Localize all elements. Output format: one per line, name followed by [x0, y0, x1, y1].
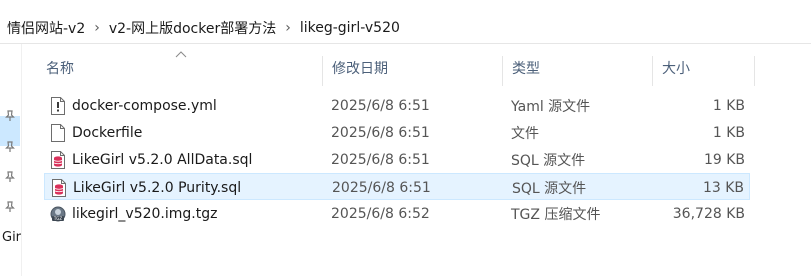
file-row[interactable]: LikeGirl v5.2.0 AllData.sql 2025/6/8 6:5…: [44, 146, 750, 173]
breadcrumb-item-root[interactable]: 情侣网站-v2: [7, 18, 85, 38]
file-name: docker-compose.yml: [72, 97, 217, 114]
chevron-right-icon[interactable]: ›: [285, 21, 291, 35]
breadcrumb: 情侣网站-v2 › v2-网上版docker部署方法 › likeg-girl-…: [0, 12, 811, 44]
column-header-row: 名称 修改日期 类型 大小: [22, 50, 811, 86]
svg-text:TGZ: TGZ: [53, 216, 63, 221]
file-date: 2025/6/8 6:51: [331, 97, 430, 114]
file-size: 1 KB: [712, 124, 745, 141]
column-header-size[interactable]: 大小: [652, 50, 752, 86]
file-date: 2025/6/8 6:51: [331, 124, 430, 141]
file-size: 19 KB: [703, 151, 745, 168]
file-row-selected[interactable]: LikeGirl v5.2.0 Purity.sql 2025/6/8 6:51…: [44, 173, 750, 200]
file-row[interactable]: TGZ likegirl_v520.img.tgz 2025/6/8 6:52 …: [44, 200, 750, 227]
column-header-type[interactable]: 类型: [502, 50, 652, 86]
sql-file-icon: [51, 151, 65, 169]
column-header-date[interactable]: 修改日期: [322, 50, 502, 86]
file-type: TGZ 压缩文件: [511, 206, 601, 223]
pin-icon[interactable]: [4, 110, 16, 122]
file-row[interactable]: Dockerfile 2025/6/8 6:51 文件 1 KB: [44, 119, 750, 146]
tgz-archive-icon: TGZ: [50, 206, 66, 222]
yaml-file-icon: [51, 97, 65, 115]
file-size: 36,728 KB: [672, 205, 745, 222]
file-size: 1 KB: [712, 97, 745, 114]
pin-icon[interactable]: [4, 141, 16, 153]
sql-file-icon: [52, 179, 66, 197]
file-name: likegirl_v520.img.tgz: [72, 205, 218, 222]
generic-file-icon: [51, 124, 65, 142]
file-type: SQL 源文件: [512, 180, 587, 197]
file-type: Yaml 源文件: [511, 98, 591, 115]
pin-icon[interactable]: [4, 201, 16, 213]
file-size: 13 KB: [702, 179, 744, 196]
breadcrumb-item-parent[interactable]: v2-网上版docker部署方法: [109, 18, 276, 38]
column-divider[interactable]: [754, 56, 755, 86]
file-name: LikeGirl v5.2.0 AllData.sql: [72, 151, 253, 168]
file-type: SQL 源文件: [511, 152, 586, 169]
pin-icon[interactable]: [4, 171, 16, 183]
file-date: 2025/6/8 6:52: [331, 205, 430, 222]
file-name: LikeGirl v5.2.0 Purity.sql: [73, 179, 242, 196]
breadcrumb-item-current[interactable]: likeg-girl-v520: [300, 20, 400, 36]
file-date: 2025/6/8 6:51: [332, 179, 431, 196]
chevron-right-icon[interactable]: ›: [94, 21, 100, 35]
column-header-name[interactable]: 名称: [36, 50, 326, 86]
file-row[interactable]: docker-compose.yml 2025/6/8 6:51 Yaml 源文…: [44, 92, 750, 119]
file-name: Dockerfile: [72, 124, 143, 141]
file-type: 文件: [511, 125, 539, 142]
file-date: 2025/6/8 6:51: [331, 151, 430, 168]
nav-item-label[interactable]: Gir: [2, 230, 21, 245]
